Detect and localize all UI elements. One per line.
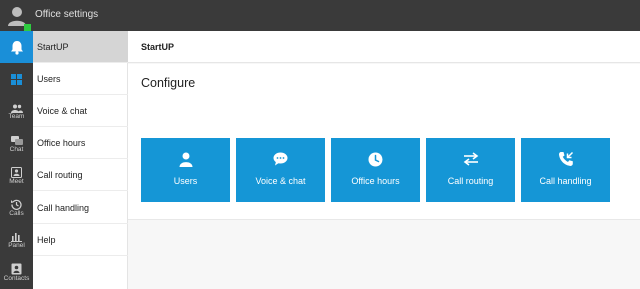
configure-tile-voice-chat[interactable]: Voice & chat — [236, 138, 325, 202]
top-bar: Office settings — [0, 0, 640, 31]
incoming-call-icon — [558, 151, 573, 166]
tile-label-voice-chat: Voice & chat — [255, 176, 306, 186]
configure-tile-office-hours[interactable]: Office hours — [331, 138, 420, 202]
chat-bubble-icon — [273, 152, 288, 166]
settings-menu: StartUP Users Voice & chat Office hours … — [33, 31, 128, 289]
menu-item-call-handling[interactable]: Call handling — [33, 192, 128, 224]
configure-title: Configure — [141, 76, 196, 90]
contacts-icon — [11, 263, 22, 275]
clock-icon — [368, 152, 383, 166]
rail-item-team[interactable]: Team — [0, 96, 33, 128]
calls-icon — [11, 199, 22, 210]
rail-label-calls: Calls — [9, 210, 24, 217]
configure-tile-users[interactable]: Users — [141, 138, 230, 202]
presence-status-dot — [24, 24, 31, 31]
rail-label-team: Team — [8, 113, 25, 120]
tile-label-office-hours: Office hours — [351, 176, 400, 186]
rail-label-contacts: Contacts — [3, 275, 30, 282]
configure-tile-call-handling[interactable]: Call handling — [521, 138, 610, 202]
rail-label-chat: Chat — [9, 145, 24, 153]
menu-item-call-routing[interactable]: Call routing — [33, 159, 128, 191]
page-header: StartUP — [128, 31, 640, 63]
swap-arrows-icon — [463, 152, 478, 166]
meet-icon — [11, 167, 22, 178]
icon-rail: Team Chat Meet Calls Panel Contacts — [0, 31, 33, 289]
rail-item-panel[interactable]: Panel — [0, 224, 33, 256]
menu-item-startup[interactable]: StartUP — [33, 31, 128, 63]
app-title: Office settings — [35, 9, 99, 20]
menu-item-voice-chat[interactable]: Voice & chat — [33, 95, 128, 127]
windows-icon — [11, 74, 22, 85]
menu-item-help[interactable]: Help — [33, 224, 128, 256]
main-content: StartUP Configure Users Voice & chat Off… — [128, 31, 640, 289]
configure-tile-call-routing[interactable]: Call routing — [426, 138, 515, 202]
rail-label-panel: Panel — [8, 242, 25, 249]
tile-label-call-handling: Call handling — [539, 176, 592, 186]
team-icon — [10, 104, 23, 113]
menu-item-users[interactable]: Users — [33, 63, 128, 95]
rail-item-windows[interactable] — [0, 63, 33, 96]
rail-item-notifications[interactable] — [0, 31, 33, 63]
rail-item-meet[interactable]: Meet — [0, 160, 33, 192]
menu-item-office-hours[interactable]: Office hours — [33, 127, 128, 159]
tile-label-users: Users — [173, 176, 198, 186]
user-icon — [179, 152, 192, 167]
chat-icon — [10, 135, 23, 145]
rail-item-calls[interactable]: Calls — [0, 192, 33, 224]
rail-item-contacts[interactable]: Contacts — [0, 256, 33, 289]
tile-label-call-routing: Call routing — [447, 176, 494, 186]
configure-panel: Configure Users Voice & chat Office hour… — [128, 64, 640, 220]
bell-icon — [10, 40, 23, 55]
page-title: StartUP — [141, 42, 175, 52]
rail-item-chat[interactable]: Chat — [0, 128, 33, 160]
rail-label-meet: Meet — [9, 178, 24, 185]
panel-icon — [11, 233, 22, 242]
